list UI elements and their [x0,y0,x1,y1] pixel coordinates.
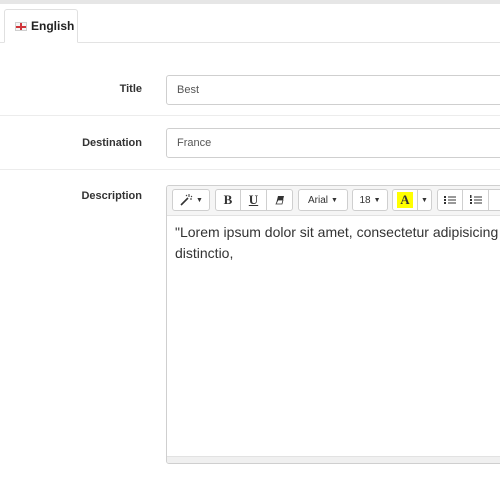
destination-label: Destination [82,137,142,149]
highlight-color-dropdown[interactable]: ▼ [418,189,432,211]
tab-english[interactable]: English [4,9,78,43]
language-tabs: English [0,4,500,43]
destination-input[interactable] [166,128,500,158]
destination-row: Destination [0,116,500,170]
highlight-color-button[interactable]: A [392,189,418,211]
ordered-list-icon [469,195,482,204]
unordered-list-icon [444,196,456,204]
description-text-line: distinctio, [175,245,234,261]
eraser-icon [274,196,284,205]
tab-english-label: English [31,19,75,33]
description-editor: ▼ B U Arial ▼ 18 ▼ A ▼ "Lorem ipsum dolo… [166,185,500,464]
description-content[interactable]: "Lorem ipsum dolor sit amet, consectetur… [175,222,500,264]
font-family-value: Arial [308,194,329,206]
underline-button[interactable]: U [241,189,267,211]
editor-resize-bar[interactable] [167,456,500,463]
font-family-select[interactable]: Arial ▼ [298,189,348,211]
bold-button[interactable]: B [215,189,241,211]
magic-wand-icon [180,194,193,206]
chevron-down-icon: ▼ [373,196,381,204]
eraser-button[interactable] [267,189,293,211]
chevron-down-icon: ▼ [421,196,428,204]
chevron-down-icon: ▼ [196,196,203,204]
title-label: Title [119,83,142,95]
title-input[interactable] [166,75,500,105]
paragraph-button[interactable] [489,189,500,211]
magic-wand-button[interactable]: ▼ [172,189,210,211]
description-text-line: "Lorem ipsum dolor sit amet, consectetur… [175,224,499,240]
highlight-color-icon: A [397,192,413,208]
chevron-down-icon: ▼ [331,196,338,204]
editor-toolbar: ▼ B U Arial ▼ 18 ▼ A ▼ [167,186,500,216]
unordered-list-button[interactable] [437,189,463,211]
english-flag-icon [15,21,27,31]
title-row: Title [0,62,500,116]
font-size-select[interactable]: 18 ▼ [352,189,388,211]
font-size-value: 18 [359,194,371,206]
ordered-list-button[interactable] [463,189,489,211]
description-label: Description [81,190,142,202]
